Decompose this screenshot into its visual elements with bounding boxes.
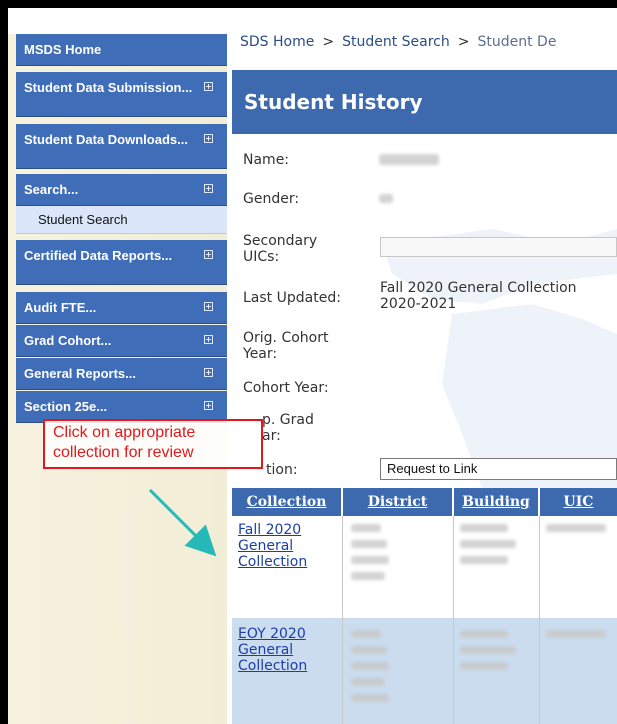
expand-plus-icon[interactable]	[204, 250, 213, 259]
breadcrumb: SDS Home > Student Search > Student De	[240, 34, 617, 58]
redacted-text	[351, 540, 387, 548]
expand-plus-icon[interactable]	[204, 134, 213, 143]
breadcrumb-home-link[interactable]: SDS Home	[240, 34, 314, 50]
district-cell	[343, 516, 454, 618]
sidebar-item-general-reports[interactable]: General Reports...	[16, 358, 227, 390]
redacted-text	[351, 630, 381, 638]
collection-cell: EOY 2020 General Collection	[232, 618, 343, 724]
column-header-uic[interactable]: UIC	[540, 488, 617, 516]
annotation-arrow-icon	[148, 488, 217, 557]
sidebar-item-search[interactable]: Search...	[16, 174, 227, 206]
column-header-collection[interactable]: Collection	[232, 488, 343, 516]
sidebar-item-grad-cohort[interactable]: Grad Cohort...	[16, 325, 227, 357]
redacted-text	[351, 646, 387, 654]
redacted-text	[460, 540, 516, 548]
last-updated-value: Fall 2020 General Collection 2020-2021	[380, 280, 577, 312]
building-cell	[454, 516, 540, 618]
breadcrumb-search-link[interactable]: Student Search	[342, 34, 450, 50]
page-title: Student History	[244, 90, 423, 114]
sidebar-item-student-data-submission[interactable]: Student Data Submission...	[16, 72, 227, 117]
sidebar-item-label: Student Data Submission...	[24, 80, 193, 95]
collection-cell: Fall 2020 General Collection	[232, 516, 343, 618]
expand-plus-icon[interactable]	[204, 401, 213, 410]
table-row: EOY 2020 General Collection	[232, 618, 617, 724]
action-select[interactable]: Request to Link	[380, 458, 617, 480]
sidebar-item-msds-home[interactable]: MSDS Home	[16, 34, 227, 66]
redacted-text	[351, 556, 389, 564]
sidebar-item-label: Student Search	[38, 212, 128, 227]
expand-plus-icon[interactable]	[204, 82, 213, 91]
action-label: tion:	[266, 462, 298, 478]
sidebar-item-certified-data-reports[interactable]: Certified Data Reports...	[16, 240, 227, 285]
sidebar-item-label: MSDS Home	[24, 42, 102, 57]
expand-plus-icon[interactable]	[204, 302, 213, 311]
redacted-text	[351, 694, 389, 702]
uic-cell	[540, 516, 617, 618]
annotation-callout: Click on appropriate collection for revi…	[43, 419, 263, 469]
expand-plus-icon[interactable]	[204, 368, 213, 377]
uic-cell	[540, 618, 617, 724]
redacted-text	[351, 662, 389, 670]
name-label: Name:	[243, 152, 290, 168]
sidebar-item-student-data-downloads[interactable]: Student Data Downloads...	[16, 124, 227, 169]
redacted-text	[460, 556, 508, 564]
sidebar-item-audit-fte[interactable]: Audit FTE...	[16, 292, 227, 324]
sidebar-item-label: Section 25e...	[24, 399, 108, 414]
redacted-text	[546, 524, 606, 532]
redacted-text	[351, 678, 385, 686]
table-row: Fall 2020 General Collection	[232, 516, 617, 618]
sidebar: MSDS Home Student Data Submission... Stu…	[8, 34, 227, 724]
screenshot-frame: MSDS Ho MSDS Home Student Data Submissio…	[0, 0, 617, 724]
name-value-redacted	[379, 154, 439, 165]
expand-plus-icon[interactable]	[204, 335, 213, 344]
district-cell	[343, 618, 454, 724]
redacted-text	[351, 572, 385, 580]
redacted-text	[460, 662, 508, 670]
cohort-year-label: Cohort Year:	[243, 380, 329, 396]
screenshot-border-left	[0, 0, 8, 724]
redacted-text	[351, 524, 381, 532]
collection-table: Collection District Building UIC Fall 20…	[232, 488, 617, 724]
secondary-uics-label: Secondary UICs:	[243, 233, 318, 265]
gender-label: Gender:	[243, 191, 300, 207]
secondary-uics-field[interactable]	[380, 237, 617, 257]
redacted-text	[460, 524, 508, 532]
page-header: Student History	[232, 70, 617, 134]
collection-link[interactable]: EOY 2020 General Collection	[238, 626, 336, 674]
redacted-text	[460, 630, 508, 638]
gender-value-redacted	[379, 194, 393, 203]
expand-plus-icon[interactable]	[204, 184, 213, 193]
sidebar-item-label: Audit FTE...	[24, 300, 97, 315]
sidebar-item-student-search[interactable]: Student Search	[16, 206, 227, 234]
breadcrumb-separator: >	[457, 34, 470, 50]
sidebar-item-label: Certified Data Reports...	[24, 248, 173, 263]
breadcrumb-current: Student De	[477, 34, 557, 50]
column-header-building[interactable]: Building	[454, 488, 540, 516]
top-band	[8, 8, 617, 34]
orig-cohort-year-label: Orig. Cohort Year:	[243, 330, 329, 362]
sidebar-item-label: Student Data Downloads...	[24, 132, 188, 147]
sidebar-item-label: General Reports...	[24, 366, 136, 381]
screenshot-border-top	[0, 0, 617, 8]
redacted-text	[460, 646, 516, 654]
sidebar-item-label: Grad Cohort...	[24, 333, 112, 348]
expected-grad-year-label: p. Grad ar:	[262, 412, 314, 444]
collection-link[interactable]: Fall 2020 General Collection	[238, 522, 336, 570]
annotation-text: Click on appropriate collection for revi…	[53, 424, 196, 461]
sidebar-item-label: Search...	[24, 182, 79, 197]
redacted-text	[546, 630, 606, 638]
column-header-district[interactable]: District	[343, 488, 454, 516]
building-cell	[454, 618, 540, 724]
breadcrumb-separator: >	[322, 34, 335, 50]
last-updated-label: Last Updated:	[243, 290, 341, 306]
